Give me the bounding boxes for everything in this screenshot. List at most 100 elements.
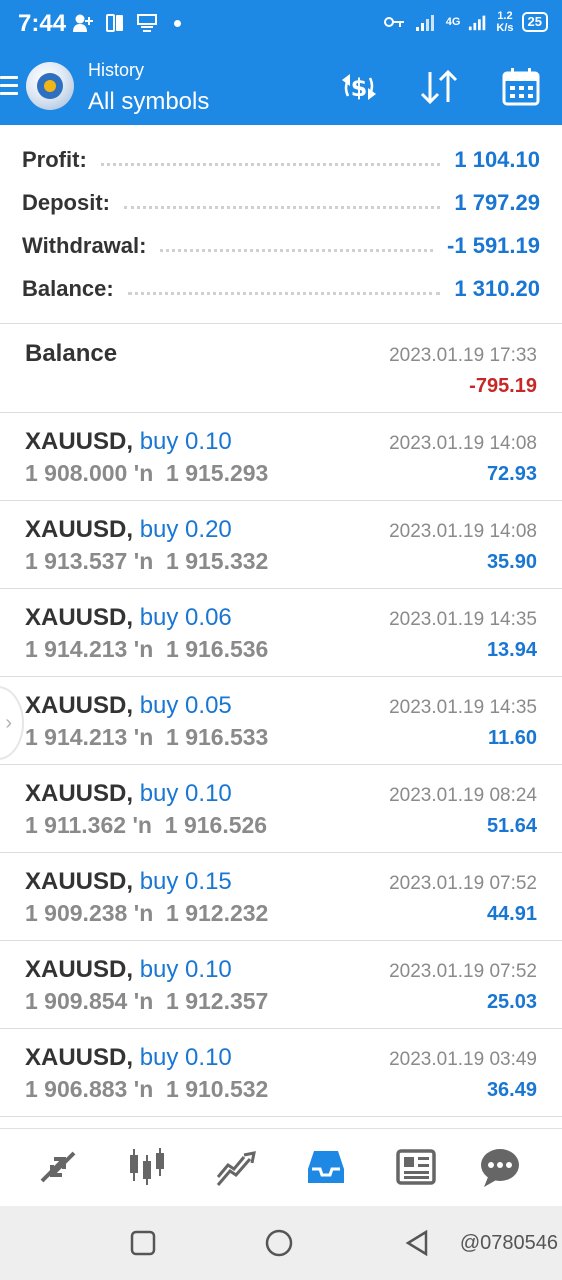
trade-prices: 1 914.213 'n 1 916.533	[25, 724, 268, 751]
header-subtitle: History	[88, 60, 145, 80]
trade-direction-volume: buy 0.15	[139, 868, 232, 895]
bottom-navigation	[0, 1128, 562, 1206]
trade-row[interactable]: XAUUSD, buy 0.20 1 913.537 'n 1 915.332 20…	[0, 501, 562, 589]
price-arrow: 'n	[133, 988, 154, 1014]
status-notification-icons	[72, 12, 181, 34]
trade-profit: 72.93	[486, 463, 537, 485]
history-list: Balance 2023.01.19 17:33 -795.19 XAUUSD,…	[0, 325, 562, 1117]
trade-direction-volume: buy 0.10	[139, 1044, 232, 1071]
signal-icon	[415, 15, 434, 31]
trade-symbol: XAUUSD,	[25, 692, 134, 719]
history-icon[interactable]	[304, 1145, 348, 1189]
open-price: 1 914.213	[25, 724, 128, 750]
trade-title: XAUUSD, buy 0.15	[25, 868, 232, 896]
trade-title: XAUUSD, buy 0.10	[25, 428, 232, 456]
summary-value: -1 591.19	[447, 233, 540, 258]
back-icon[interactable]	[402, 1228, 432, 1258]
summary-label: Withdrawal:	[22, 233, 147, 258]
trade-datetime: 2023.01.19 07:52	[389, 961, 537, 982]
trade-profit: 13.94	[486, 639, 537, 661]
news-icon[interactable]	[394, 1145, 438, 1189]
price-arrow: 'n	[132, 812, 152, 838]
open-price: 1 914.213	[25, 636, 128, 662]
currency-swap-icon[interactable]: $	[336, 66, 382, 108]
trade-symbol: XAUUSD,	[25, 516, 134, 543]
trade-profit: 51.64	[486, 815, 537, 837]
trade-row[interactable]: XAUUSD, buy 0.10 1 911.362 'n 1 916.526 20…	[0, 765, 562, 853]
trade-prices: 1 906.883 'n 1 910.532	[25, 1076, 268, 1103]
sim-card-icon	[106, 14, 123, 32]
trade-symbol: XAUUSD,	[25, 780, 134, 807]
trade-row[interactable]: XAUUSD, buy 0.05 1 914.213 'n 1 916.533 20…	[0, 677, 562, 765]
trade-title: XAUUSD, buy 0.10	[25, 956, 232, 984]
close-price: 1 915.293	[166, 460, 269, 486]
trade-title: XAUUSD, buy 0.10	[25, 780, 232, 808]
person-add-icon	[73, 14, 93, 32]
trade-prices: 1 908.000 'n 1 915.293	[25, 460, 268, 487]
trade-datetime: 2023.01.19 14:08	[389, 521, 537, 542]
chart-icon[interactable]	[125, 1145, 169, 1189]
summary-label: Profit:	[22, 147, 87, 172]
trade-row[interactable]: XAUUSD, buy 0.15 1 909.238 'n 1 912.232 20…	[0, 853, 562, 941]
trade-datetime: 2023.01.19 14:08	[389, 433, 537, 454]
calendar-icon[interactable]	[498, 66, 544, 108]
trade-symbol: XAUUSD,	[25, 868, 134, 895]
status-time: 7:44	[18, 10, 67, 37]
trade-direction-volume: buy 0.10	[139, 780, 232, 807]
metatrader-logo[interactable]	[26, 62, 74, 110]
trade-datetime: 2023.01.19 14:35	[389, 697, 537, 718]
open-price: 1 908.000	[25, 460, 128, 486]
trade-profit: 11.60	[488, 727, 537, 749]
chat-icon[interactable]	[478, 1145, 522, 1189]
key-icon	[383, 17, 404, 27]
menu-button[interactable]	[0, 76, 18, 98]
close-price: 1 916.526	[164, 812, 268, 838]
price-arrow: 'n	[133, 900, 154, 926]
summary-label: Deposit:	[22, 190, 110, 215]
summary-row-deposit: Deposit: 1 797.29	[22, 183, 540, 223]
summary-value: 1 310.20	[454, 276, 540, 301]
trade-row[interactable]: XAUUSD, buy 0.10 1 909.854 'n 1 912.357 20…	[0, 941, 562, 1029]
open-price: 1 906.883	[25, 1076, 128, 1102]
trade-profit: 25.03	[486, 991, 537, 1013]
trade-row[interactable]: XAUUSD, buy 0.10 1 908.000 'n 1 915.293 20…	[0, 413, 562, 501]
open-price: 1 911.362	[25, 812, 127, 838]
balance-operation-row[interactable]: Balance 2023.01.19 17:33 -795.19	[0, 325, 562, 413]
notification-dot	[174, 19, 181, 27]
header-title[interactable]: All symbols	[88, 88, 209, 116]
close-price: 1 912.357	[166, 988, 269, 1014]
price-arrow: 'n	[133, 1076, 154, 1102]
close-price: 1 916.536	[166, 636, 269, 662]
system-navigation-bar: @0780546	[0, 1206, 562, 1280]
open-price: 1 913.537	[25, 548, 128, 574]
trade-title: XAUUSD, buy 0.06	[25, 604, 232, 632]
dotted-leader	[100, 162, 441, 166]
trade-prices: 1 914.213 'n 1 916.536	[25, 636, 268, 663]
trade-direction-volume: buy 0.20	[139, 516, 232, 543]
close-price: 1 915.332	[166, 548, 269, 574]
dotted-leader	[124, 205, 441, 209]
summary-row-profit: Profit: 1 104.10	[22, 140, 540, 180]
trade-prices: 1 909.854 'n 1 912.357	[25, 988, 268, 1015]
home-icon[interactable]	[264, 1228, 294, 1258]
svg-text:$: $	[351, 74, 368, 102]
sort-icon[interactable]	[416, 66, 462, 108]
trade-row[interactable]: XAUUSD, buy 0.06 1 914.213 'n 1 916.536 20…	[0, 589, 562, 677]
trade-title: XAUUSD, buy 0.20	[25, 516, 232, 544]
chevron-right-icon: ›	[5, 712, 12, 734]
trade-profit: 36.49	[486, 1079, 537, 1101]
recent-apps-icon[interactable]	[128, 1228, 158, 1258]
trade-profit: 44.91	[486, 903, 537, 925]
trade-datetime: 2023.01.19 08:24	[389, 785, 537, 806]
status-right-icons: 4G 1.2 K/s 25	[382, 10, 548, 34]
battery-indicator: 25	[521, 12, 548, 32]
status-bar: 7:44 4G 1.2 K/s 25	[0, 0, 562, 48]
trade-row[interactable]: XAUUSD, buy 0.10 1 906.883 'n 1 910.532 20…	[0, 1029, 562, 1117]
quotes-icon[interactable]	[36, 1145, 80, 1189]
app-header: History All symbols $	[0, 48, 562, 125]
summary-row-withdrawal: Withdrawal: -1 591.19	[22, 226, 540, 266]
close-price: 1 916.533	[166, 724, 269, 750]
trade-icon[interactable]	[214, 1145, 258, 1189]
trade-symbol: XAUUSD,	[25, 428, 134, 455]
trade-direction-volume: buy 0.05	[139, 692, 232, 719]
